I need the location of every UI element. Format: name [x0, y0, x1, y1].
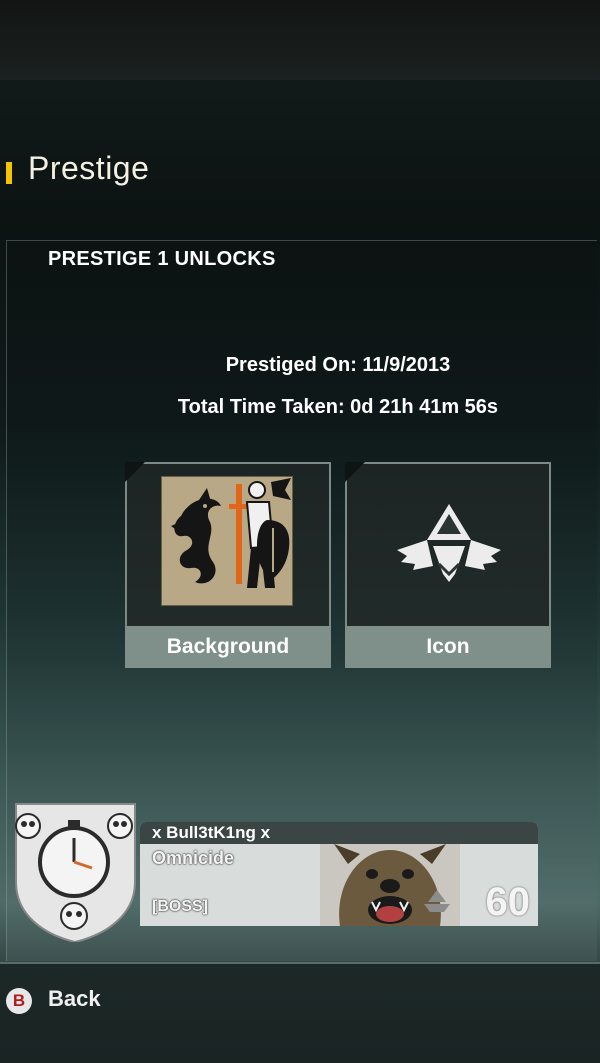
player-title: Omnicide	[152, 848, 235, 868]
unlock-card-label: Background	[125, 626, 331, 668]
unlock-card-label: Icon	[345, 626, 551, 668]
player-clan-tag: [BOSS]	[152, 898, 208, 915]
page-header: Prestige	[0, 150, 600, 190]
player-level: 60	[485, 880, 531, 924]
stopwatch-skulls-emblem-icon	[15, 803, 136, 942]
b-button-icon[interactable]: B	[6, 988, 32, 1014]
prestige-rank-icon	[424, 890, 450, 912]
header-accent-bar	[6, 162, 12, 184]
prestiged-on-text: Prestiged On: 11/9/2013	[225, 354, 451, 376]
winged-pyramid-emblem-icon	[397, 504, 501, 582]
page-title: Prestige	[28, 150, 150, 186]
knight-dragon-background-icon	[161, 476, 293, 606]
player-name: x Bull3tK1ng x	[152, 823, 271, 842]
back-button[interactable]: Back	[48, 986, 101, 1012]
panel-heading: PRESTIGE 1 UNLOCKS	[48, 248, 276, 270]
player-calling-card: x Bull3tK1ng x Omnicide [BOSS] 60	[140, 822, 538, 926]
screen-bezel	[0, 0, 600, 80]
total-time-text: Total Time Taken: 0d 21h 41m 56s	[177, 396, 499, 418]
unlock-card-background[interactable]: Background	[125, 462, 331, 668]
footer-bar	[0, 962, 600, 1063]
unlock-card-icon[interactable]: Icon	[345, 462, 551, 668]
